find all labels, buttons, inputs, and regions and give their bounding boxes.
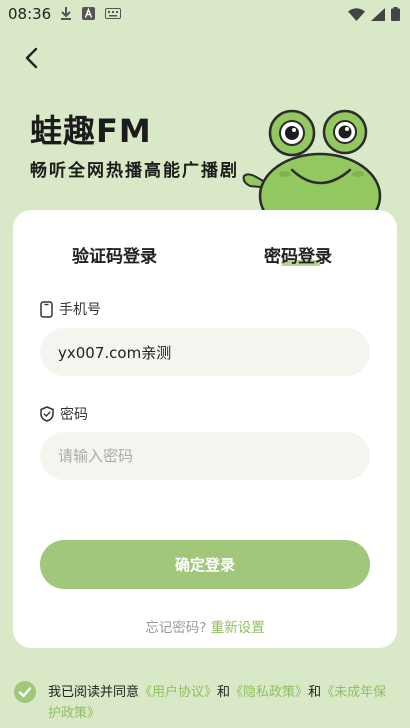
password-label-text: 密码 — [60, 407, 88, 423]
wifi-icon — [348, 7, 365, 21]
app-slogan: 畅听全网热播高能广播剧 — [30, 161, 239, 181]
status-system-icons — [348, 7, 400, 21]
agreement-text: 我已阅读并同意《用户协议》和《隐私政策》和《未成年保护政策》 — [48, 682, 398, 724]
phone-label-text: 手机号 — [59, 302, 101, 318]
a-box-icon — [82, 6, 95, 20]
status-notification-icons — [60, 6, 121, 20]
reset-password-link[interactable]: 重新设置 — [211, 620, 265, 636]
signal-icon — [371, 7, 385, 21]
shield-check-icon — [40, 406, 54, 422]
keyboard-icon — [105, 7, 121, 19]
forgot-password-question: 忘记密码? — [145, 620, 207, 636]
phone-icon — [40, 300, 53, 318]
check-icon — [18, 687, 32, 698]
download-icon — [61, 7, 71, 20]
app-title: 蛙趣FM — [30, 112, 152, 150]
privacy-policy-link[interactable]: 《隐私政策》 — [230, 685, 308, 700]
user-agreement-link[interactable]: 《用户协议》 — [139, 685, 217, 700]
password-label: 密码 — [40, 404, 88, 424]
frog-mascot-icon — [242, 109, 382, 218]
tab-password-login[interactable]: 密码登录 — [264, 242, 332, 267]
phone-input[interactable] — [40, 328, 370, 376]
confirm-login-button[interactable]: 确定登录 — [40, 540, 370, 589]
tab-sms-login[interactable]: 验证码登录 — [72, 242, 157, 267]
battery-icon — [391, 7, 400, 21]
password-input[interactable] — [40, 432, 370, 480]
back-button[interactable] — [18, 44, 46, 72]
status-time: 08:36 — [8, 5, 52, 23]
agreement-checkbox[interactable] — [14, 681, 36, 703]
agreement-and-2: 和 — [308, 685, 322, 700]
chevron-left-icon — [25, 47, 38, 69]
phone-label: 手机号 — [40, 299, 101, 319]
agreement-and-1: 和 — [217, 685, 231, 700]
forgot-password-row: 忘记密码? 重新设置 — [0, 616, 410, 636]
status-bar: 08:36 — [0, 0, 410, 28]
agreement-prefix: 我已阅读并同意 — [48, 685, 140, 700]
